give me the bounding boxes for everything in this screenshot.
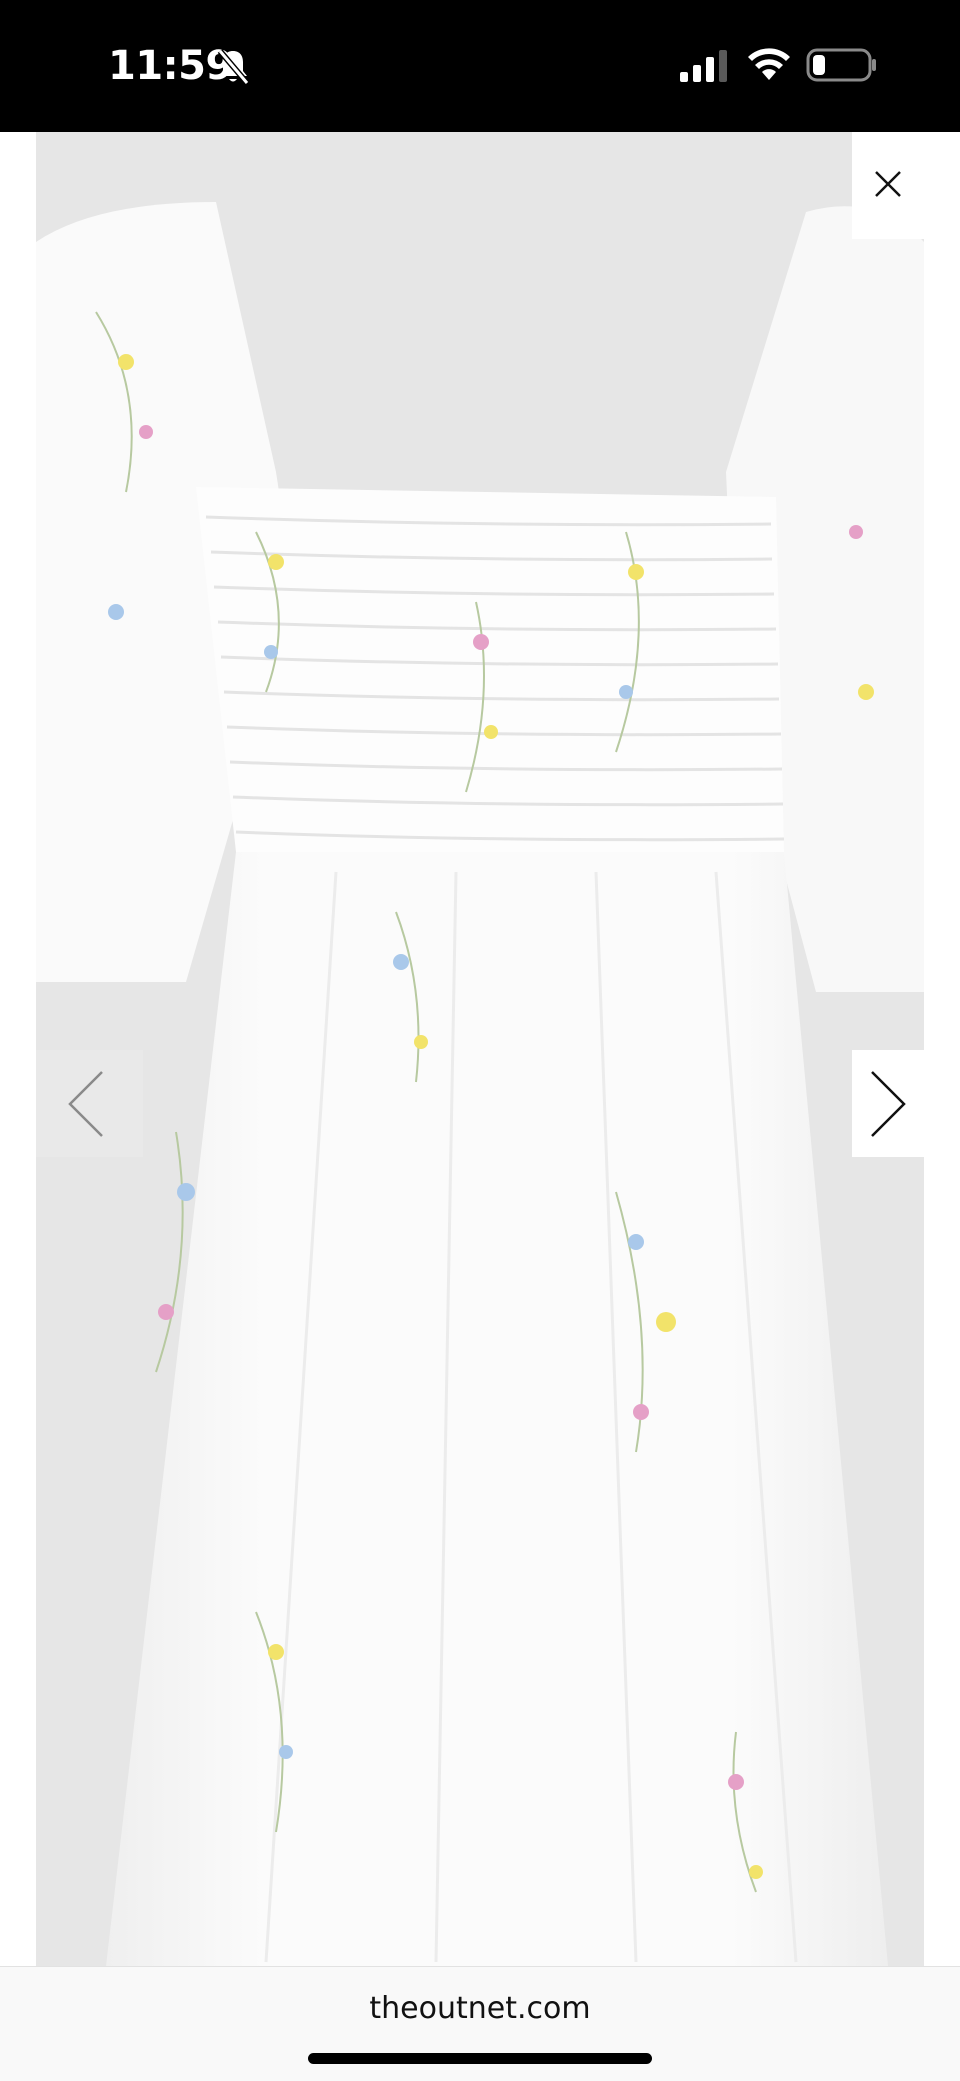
image-viewer xyxy=(0,132,960,1966)
battery-icon xyxy=(806,48,876,82)
close-button[interactable] xyxy=(852,132,924,239)
url-label[interactable]: theoutnet.com xyxy=(0,1991,960,2026)
cellular-signal-icon xyxy=(680,50,727,82)
next-image-button[interactable] xyxy=(852,1050,924,1157)
dress-illustration xyxy=(36,132,924,1966)
previous-image-button[interactable] xyxy=(36,1050,143,1157)
chevron-left-icon xyxy=(68,1071,103,1137)
bell-slash-icon xyxy=(217,49,250,85)
status-time: 11:59 xyxy=(108,43,233,89)
home-indicator[interactable] xyxy=(308,2053,652,2064)
wifi-icon xyxy=(748,48,790,80)
chevron-right-icon xyxy=(871,1071,906,1137)
status-bar: 11:59 xyxy=(0,0,960,132)
browser-bottom-bar: theoutnet.com xyxy=(0,1966,960,2081)
product-image[interactable] xyxy=(36,132,924,1966)
close-icon xyxy=(875,171,901,197)
